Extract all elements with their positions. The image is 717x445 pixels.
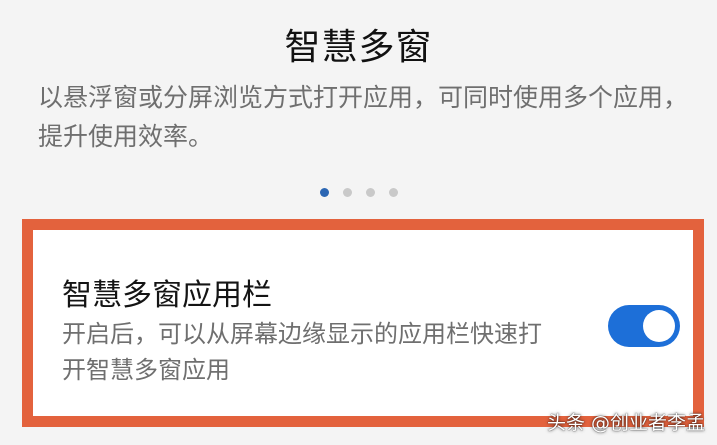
- page-title: 智慧多窗: [284, 27, 433, 68]
- highlight-frame: 智慧多窗应用栏 开启后，可以从屏幕边缘显示的应用栏快速打开智慧多窗应用: [22, 219, 704, 427]
- page-dot-3[interactable]: [365, 188, 375, 197]
- page-dot-2[interactable]: [342, 188, 352, 197]
- toggle-knob: [643, 310, 675, 342]
- page-dot-4[interactable]: [388, 188, 398, 197]
- smart-multiwindow-page: 智慧多窗 以悬浮窗或分屏浏览方式打开应用，可同时使用多个应用，提升使用效率。 智…: [0, 0, 717, 445]
- page-indicator: [0, 188, 717, 197]
- page-description: 以悬浮窗或分屏浏览方式打开应用，可同时使用多个应用，提升使用效率。: [38, 83, 689, 151]
- setting-title: 智慧多窗应用栏: [62, 278, 272, 313]
- setting-description: 开启后，可以从屏幕边缘显示的应用栏快速打开智慧多窗应用: [62, 320, 542, 384]
- watermark: 头条 @创业者李孟: [546, 412, 705, 434]
- page-dot-1[interactable]: [319, 188, 329, 197]
- app-bar-toggle-switch[interactable]: [608, 305, 680, 347]
